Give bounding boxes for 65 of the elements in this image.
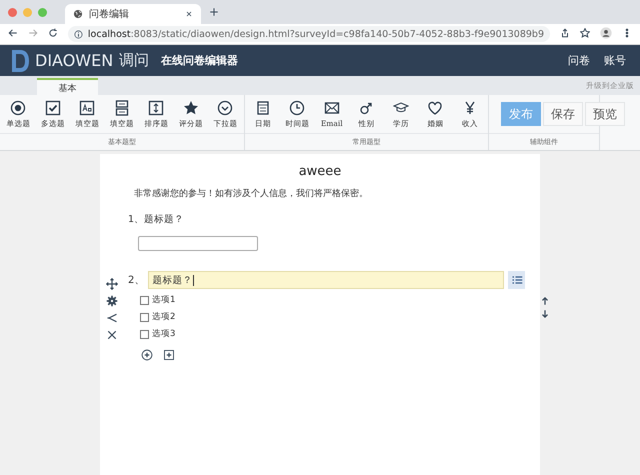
option-label: 选项1 (152, 294, 176, 306)
option-label: 选项2 (152, 311, 176, 323)
delete-button[interactable] (106, 329, 118, 341)
dropdown-icon (217, 100, 234, 116)
brand-name: DIAOWEN (35, 51, 114, 70)
multi-field-icon (114, 100, 130, 116)
app-subtitle: 在线问卷编辑器 (161, 53, 238, 68)
question-number: 2、 (128, 274, 144, 287)
plus-icon (209, 7, 219, 17)
checkbox-icon (44, 100, 61, 116)
star-icon (182, 100, 199, 116)
checkbox[interactable] (140, 296, 149, 304)
avatar-icon (600, 26, 612, 38)
text-field-icon (79, 100, 96, 116)
calendar-icon (254, 100, 271, 116)
info-icon (74, 30, 83, 38)
arrow-down-icon (540, 309, 550, 319)
checkbox[interactable] (140, 330, 149, 338)
action-button[interactable]: 预览 (585, 102, 625, 126)
url-text: localhost:8083/static/diaowen/design.html?surveyId=c98fa140-50b7-4052-88b3-f9e9013089b9 (88, 28, 544, 40)
arrow-left-icon (8, 28, 18, 38)
star-icon (580, 28, 590, 38)
close-icon (185, 10, 193, 18)
nav-link[interactable]: 账号 (604, 53, 626, 68)
sort-icon (148, 100, 164, 116)
plus-square-icon (163, 349, 175, 361)
clock-icon (289, 100, 306, 116)
tab-title: 问卷编辑 (89, 8, 130, 21)
checkbox[interactable] (140, 312, 149, 322)
plus-circle-icon (141, 349, 153, 361)
nav-link[interactable]: 问卷 (568, 53, 590, 68)
option-label: 选项3 (152, 328, 176, 340)
arrow-right-icon (28, 28, 38, 38)
move-button[interactable] (106, 278, 118, 290)
globe-icon (73, 9, 83, 19)
branch-icon (106, 312, 118, 324)
answer-field[interactable] (138, 236, 258, 251)
move-up-button[interactable] (540, 296, 550, 306)
list-button[interactable] (508, 271, 526, 289)
arrow-up-icon (540, 296, 550, 306)
logic-button[interactable] (106, 312, 118, 324)
move-icon (106, 278, 118, 290)
survey-title: aweee (298, 164, 342, 179)
question-title: 1、题标题？ (128, 213, 186, 226)
add-option-button[interactable] (141, 349, 153, 361)
list-icon (510, 274, 523, 286)
radio-icon (10, 100, 26, 116)
survey-intro: 非常感谢您的参与！如有涉及个人信息，我们将严格保密。 (134, 188, 369, 200)
share-icon (560, 28, 570, 38)
add-options-button[interactable] (163, 349, 175, 361)
profile-button[interactable] (600, 26, 612, 42)
question-title-field[interactable]: 题标题？ (148, 271, 504, 289)
reload-icon (48, 28, 58, 38)
brand-name-chinese: 调问 (119, 51, 150, 70)
browser-tab[interactable]: 问卷编辑 (65, 4, 201, 24)
ribbon-tab[interactable]: 基本 (37, 78, 98, 95)
heart-icon (427, 100, 444, 116)
logo-icon (12, 50, 29, 72)
envelope-icon (324, 100, 340, 116)
action-button[interactable]: 保存 (543, 102, 583, 126)
move-down-button[interactable] (540, 309, 550, 319)
close-icon (106, 329, 118, 341)
settings-icon (106, 295, 118, 307)
address-field[interactable]: localhost:8083/static/diaowen/design.html?surveyId=c98fa140-50b7-4052-88b3-f9e9013089b9 (68, 26, 550, 42)
settings-button[interactable] (106, 295, 118, 307)
